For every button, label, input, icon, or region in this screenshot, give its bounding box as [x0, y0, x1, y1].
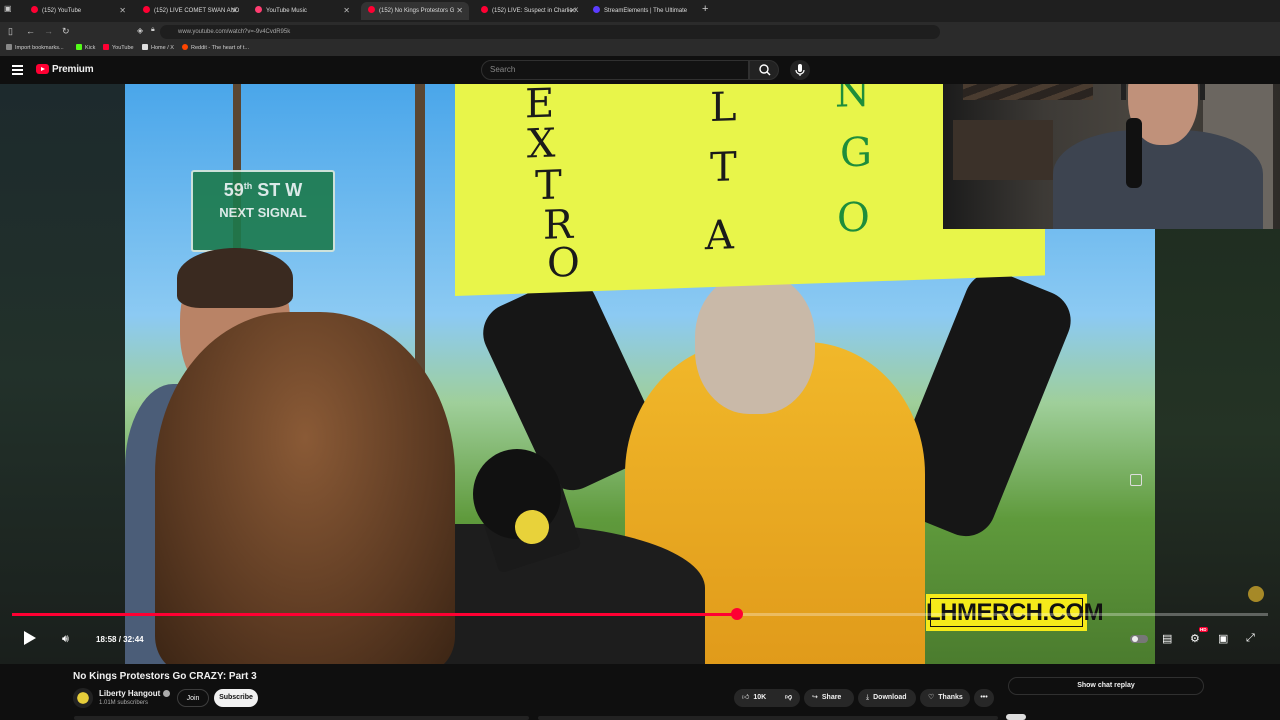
shield-icon[interactable]: ◈	[137, 26, 143, 35]
progress-played[interactable]	[12, 613, 737, 616]
close-tab-icon[interactable]: ✕	[119, 2, 126, 20]
back-icon[interactable]: ←	[26, 26, 35, 36]
new-tab-button[interactable]: +	[702, 3, 708, 15]
close-tab-icon[interactable]: ✕	[456, 2, 463, 20]
man-hair	[177, 248, 293, 308]
comments-preview	[538, 716, 998, 720]
thumbs-up-icon[interactable]: 👍︎	[742, 694, 749, 701]
search-button[interactable]	[749, 60, 779, 80]
miniplayer-icon[interactable]: ▣	[1218, 632, 1228, 645]
bookmark-import[interactable]: Import bookmarks...	[6, 44, 64, 51]
search-input[interactable]: Search	[481, 60, 749, 80]
close-tab-icon[interactable]: ✕	[343, 2, 350, 20]
channel-watermark[interactable]	[1248, 586, 1264, 602]
thanks-icon: ♡	[928, 694, 935, 701]
thumbs-down-icon[interactable]: 👎︎	[785, 689, 792, 707]
youtube-icon	[368, 6, 375, 13]
youtube-icon	[481, 6, 488, 13]
hd-badge: HD	[1199, 627, 1208, 632]
tab-overview-icon[interactable]: ▣	[4, 4, 14, 14]
thanks-button[interactable]: ♡ Thanks	[920, 689, 970, 707]
address-bar-row: ▯ ← → ↻ ◈ 🔒︎ www.youtube.com/watch?v=-9v…	[0, 22, 1280, 42]
subtitles-icon[interactable]: ▤	[1162, 632, 1172, 645]
volume-icon[interactable]: 🔊︎	[62, 633, 69, 646]
autoplay-toggle[interactable]	[1130, 635, 1148, 643]
channel-name[interactable]: Liberty Hangout	[99, 689, 171, 698]
browser-tab[interactable]: (152) YouTube ✕	[24, 2, 132, 20]
subscriber-count: 1.01M subscribers	[99, 700, 149, 706]
bookmark-reddit[interactable]: Reddit - The heart of t...	[182, 44, 249, 51]
description-preview	[74, 716, 529, 720]
info-card-icon[interactable]	[1130, 474, 1142, 486]
more-icon: •••	[980, 694, 988, 701]
reddit-icon	[182, 44, 188, 50]
browser-tab[interactable]: YouTube Music ✕	[248, 2, 356, 20]
protester-masked-head	[695, 274, 815, 414]
video-player[interactable]: 59th ST W NEXT SIGNAL E X T R O L T A N …	[0, 84, 1280, 664]
bookmark-x[interactable]: Home / X	[142, 44, 174, 51]
browser-tab[interactable]: (152) LIVE COMET SWAN AND ✕	[136, 2, 244, 20]
more-actions-button[interactable]: •••	[974, 689, 994, 707]
channel-avatar[interactable]	[73, 688, 93, 708]
subscribe-button[interactable]: Subscribe	[214, 689, 258, 707]
filter-chip-all[interactable]	[1006, 714, 1026, 720]
webcam-shelf	[953, 120, 1053, 180]
microphone-icon	[795, 64, 805, 76]
x-icon	[142, 44, 148, 50]
webcam-staircase	[963, 84, 1093, 100]
youtube-music-icon	[255, 6, 262, 13]
like-dislike-group: 👍︎ 10K 👎︎	[734, 689, 800, 707]
close-tab-icon[interactable]: ✕	[231, 2, 238, 20]
show-chat-replay-button[interactable]: Show chat replay	[1008, 677, 1204, 695]
sidebar-toggle-icon[interactable]: ▯	[8, 26, 13, 37]
browser-tab-bar: ▣ (152) YouTube ✕ (152) LIVE COMET SWAN A…	[0, 0, 1280, 22]
bookmark-youtube[interactable]: YouTube	[103, 44, 134, 51]
youtube-logo-icon[interactable]	[36, 64, 49, 74]
headset	[1121, 84, 1205, 100]
share-icon: ↪	[812, 694, 818, 701]
forward-icon[interactable]: →	[44, 26, 53, 36]
download-icon: ⤓	[866, 694, 870, 701]
play-button[interactable]	[24, 631, 36, 645]
search-icon	[759, 64, 771, 76]
progress-scrubber[interactable]	[730, 608, 743, 620]
premium-logo-text[interactable]: Premium	[52, 64, 94, 75]
join-button[interactable]: Join	[177, 689, 209, 707]
streamer-microphone	[1126, 118, 1142, 188]
reporter-hair	[155, 312, 455, 664]
reload-icon[interactable]: ↻	[62, 26, 70, 37]
youtube-icon	[143, 6, 150, 13]
bookmarks-bar: Import bookmarks... Kick YouTube Home / …	[0, 42, 1280, 57]
voice-search-button[interactable]	[790, 60, 810, 80]
download-button[interactable]: ⤓ Download	[858, 689, 916, 707]
share-button[interactable]: ↪ Share	[804, 689, 854, 707]
video-title: No Kings Protestors Go CRAZY: Part 3	[73, 671, 257, 682]
bookmark-kick[interactable]: Kick	[76, 44, 95, 51]
kick-icon	[76, 44, 82, 50]
street-sign: 59th ST W NEXT SIGNAL	[191, 170, 335, 252]
hamburger-menu-icon[interactable]	[12, 65, 23, 77]
streamelements-icon	[593, 6, 600, 13]
youtube-icon	[31, 6, 38, 13]
time-display: 18:58 / 32:44	[96, 635, 144, 644]
like-count[interactable]: 10K	[753, 694, 766, 701]
browser-tab[interactable]: StreamElements | The Ultimate	[586, 2, 698, 20]
streamer-webcam	[943, 84, 1280, 229]
browser-tab-active[interactable]: (152) No Kings Protestors G ✕	[361, 2, 469, 20]
close-tab-icon[interactable]: ✕	[569, 2, 576, 20]
youtube-icon	[103, 44, 109, 50]
url-field[interactable]: www.youtube.com/watch?v=-9v4CvdR95k	[160, 25, 940, 39]
ambient-left	[0, 84, 125, 664]
verified-icon	[163, 690, 171, 697]
lock-icon[interactable]: 🔒︎	[151, 26, 155, 34]
settings-gear-icon[interactable]: ⚙	[1190, 632, 1200, 645]
browser-tab[interactable]: (152) LIVE: Suspect in Charlie K ✕	[474, 2, 582, 20]
import-icon	[6, 44, 12, 50]
fullscreen-icon[interactable]: ⤢	[1246, 632, 1255, 645]
